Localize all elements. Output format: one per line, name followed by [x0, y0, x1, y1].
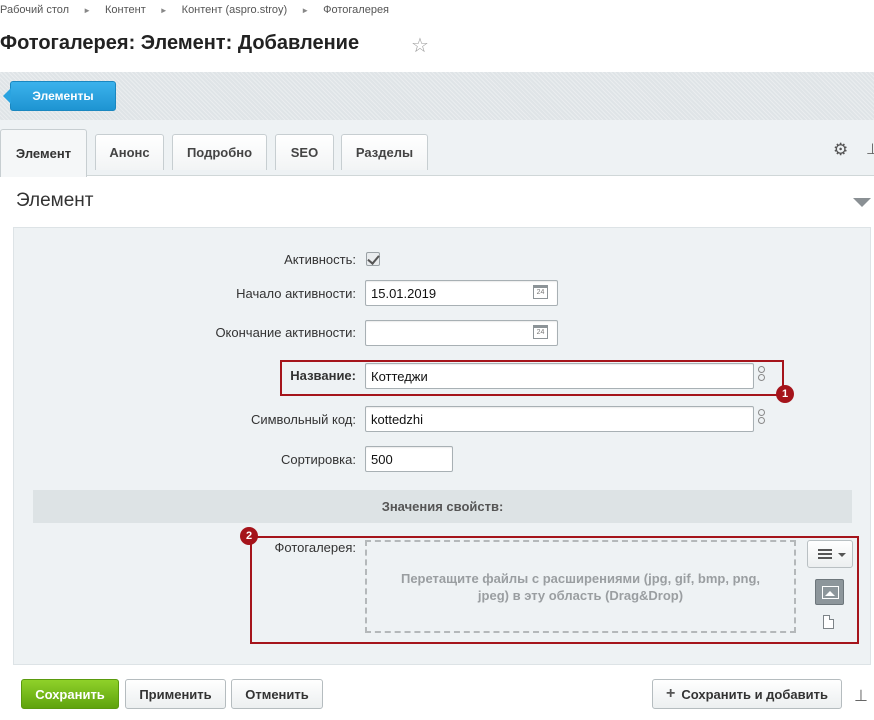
gallery-label: Фотогалерея:	[274, 540, 356, 555]
plus-icon: +	[666, 685, 676, 702]
breadcrumb-separator-icon: ►	[301, 5, 310, 15]
calendar-icon[interactable]: 24	[533, 325, 548, 339]
star-icon[interactable]: ☆	[411, 33, 429, 58]
code-label: Символьный код:	[250, 412, 356, 427]
image-icon[interactable]	[815, 579, 844, 605]
menu-button[interactable]	[807, 540, 853, 568]
collapse-arrow-icon[interactable]	[853, 198, 871, 207]
tab-element[interactable]: Элемент	[0, 129, 87, 177]
end-date-label: Окончание активности:	[215, 325, 356, 340]
end-date-input[interactable]	[365, 320, 558, 346]
chevron-down-icon	[838, 553, 846, 557]
marker-badge: 2	[240, 527, 258, 545]
link-icon[interactable]	[757, 409, 765, 429]
name-input[interactable]	[365, 363, 754, 389]
active-label: Активность:	[284, 252, 356, 267]
save-and-add-button[interactable]: + Сохранить и добавить	[652, 679, 842, 709]
start-date-label: Начало активности:	[236, 286, 356, 301]
breadcrumb-item[interactable]: Фотогалерея	[323, 4, 389, 16]
gear-icon[interactable]: ⚙	[833, 140, 848, 160]
calendar-icon[interactable]: 24	[533, 285, 548, 299]
breadcrumb-item[interactable]: Контент	[105, 4, 146, 16]
tab-detail[interactable]: Подробно	[172, 134, 267, 170]
link-icon[interactable]	[757, 366, 765, 386]
save-and-add-label: Сохранить и добавить	[681, 686, 828, 702]
breadcrumb: Рабочий стол ► Контент ► Контент (aspro.…	[0, 2, 389, 18]
breadcrumb-item[interactable]: Рабочий стол	[0, 4, 69, 16]
sort-label: Сортировка:	[281, 452, 356, 467]
elements-back-button[interactable]: Элементы	[3, 81, 116, 111]
properties-header: Значения свойств:	[33, 490, 852, 523]
pin-icon[interactable]: ⊥	[866, 140, 874, 158]
dropzone-text: Перетащите файлы с расширениями (jpg, gi…	[400, 570, 761, 603]
tab-seo[interactable]: SEO	[275, 134, 334, 170]
toolbar	[0, 72, 874, 120]
file-dropzone[interactable]: Перетащите файлы с расширениями (jpg, gi…	[365, 540, 796, 633]
breadcrumb-separator-icon: ►	[159, 5, 168, 15]
start-date-input[interactable]	[365, 280, 558, 306]
marker-badge: 1	[776, 385, 794, 403]
active-checkbox[interactable]	[366, 252, 380, 266]
sort-input[interactable]	[365, 446, 453, 472]
cancel-button[interactable]: Отменить	[231, 679, 323, 709]
file-icon[interactable]	[823, 615, 834, 629]
save-button[interactable]: Сохранить	[21, 679, 119, 709]
section-header	[0, 178, 874, 224]
breadcrumb-separator-icon: ►	[83, 5, 91, 15]
pin-icon[interactable]: ⊥	[854, 686, 868, 706]
section-title: Элемент	[16, 190, 94, 211]
tab-announce[interactable]: Анонс	[95, 134, 164, 170]
apply-button[interactable]: Применить	[125, 679, 226, 709]
code-input[interactable]	[365, 406, 754, 432]
name-label: Название:	[290, 368, 356, 383]
breadcrumb-item[interactable]: Контент (aspro.stroy)	[182, 4, 288, 16]
tab-sections[interactable]: Разделы	[341, 134, 428, 170]
page-title: Фотогалерея: Элемент: Добавление	[0, 32, 360, 54]
menu-icon	[818, 549, 832, 559]
